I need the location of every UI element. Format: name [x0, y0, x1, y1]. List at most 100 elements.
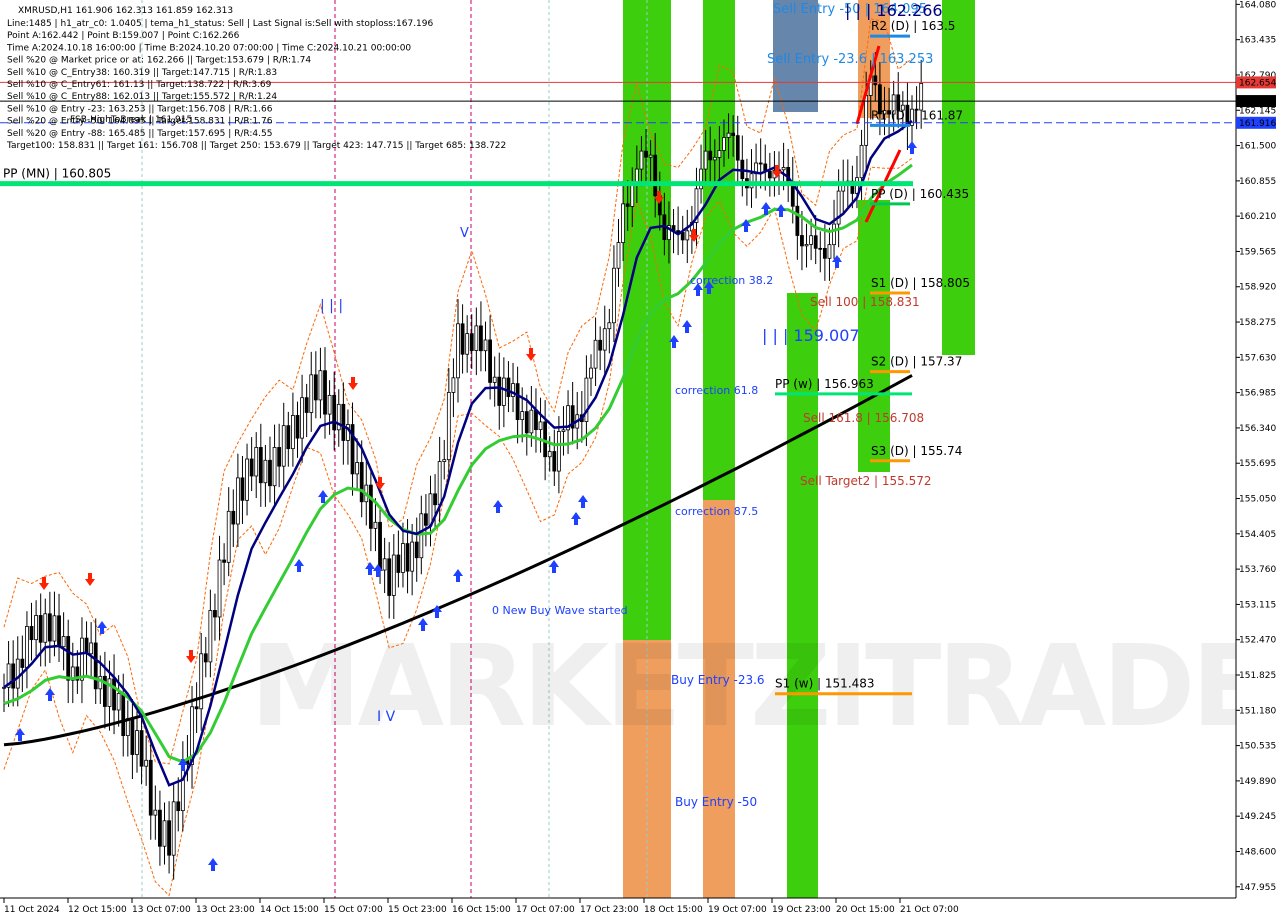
price-tick-label: 160.855 — [1239, 177, 1276, 187]
candle-body — [135, 730, 139, 755]
candle-body — [832, 223, 836, 246]
annotation-1: | | | 162.266 — [845, 1, 943, 20]
candle-body — [355, 462, 360, 475]
candle-body — [547, 451, 552, 458]
annotation-12: Buy Entry -50 — [675, 795, 757, 809]
candle-body — [497, 376, 502, 406]
candle-body — [625, 203, 630, 207]
level-label-3: PP (D) | 160.435 — [871, 187, 969, 201]
candle-body — [249, 458, 254, 477]
candle-body — [405, 543, 410, 572]
candle-body — [653, 154, 658, 197]
candle-body — [368, 484, 373, 529]
candle-body — [456, 323, 460, 379]
time-tick-label: 15 Oct 23:00 — [388, 905, 447, 915]
candle-body — [401, 543, 405, 573]
zone-band-10 — [858, 200, 890, 472]
candle-body — [61, 636, 66, 648]
candle-body — [194, 706, 199, 710]
candle-body — [25, 626, 29, 668]
candle-body — [818, 247, 823, 250]
candle-body — [598, 339, 603, 351]
annotation-3: Sell 100 | 158.831 — [810, 295, 920, 309]
candle-body — [520, 411, 525, 421]
annotation-4: | | | 159.007 — [762, 326, 860, 345]
candle-body — [442, 459, 447, 462]
candle-body — [162, 820, 167, 847]
info-line-1: Point A:162.442 | Point B:159.007 | Poin… — [7, 31, 240, 41]
price-tick-label: 157.630 — [1239, 353, 1276, 363]
candle-body — [47, 613, 52, 642]
candle-body — [859, 144, 864, 179]
candle-body — [89, 642, 94, 655]
info-line-0: Line:1485 | h1_atr_c0: 1.0405 | tema_h1_… — [7, 19, 434, 29]
candle-body — [199, 653, 204, 710]
price-tick-label: 158.275 — [1239, 318, 1276, 328]
candle-body — [11, 663, 16, 689]
price-tick-label: 158.920 — [1239, 283, 1276, 293]
candle-body — [240, 477, 245, 501]
candle-body — [327, 394, 332, 415]
candle-body — [245, 458, 249, 501]
price-tick-label: 159.565 — [1239, 247, 1276, 257]
candle-body — [130, 718, 135, 755]
candle-body — [323, 370, 327, 415]
candle-body — [98, 675, 103, 690]
price-tick-label: 160.210 — [1239, 212, 1276, 222]
zone-band-2 — [648, 0, 671, 640]
level-label-8: S1 (w) | 151.483 — [775, 677, 875, 691]
candle-body — [80, 637, 84, 681]
candle-body — [648, 154, 653, 158]
info-line-10: Target100: 158.831 || Target 161: 156.70… — [6, 141, 506, 151]
price-tick-label: 162.145 — [1239, 106, 1276, 116]
price-tick-label: 161.500 — [1239, 142, 1276, 152]
candle-body — [231, 510, 236, 525]
candle-body — [203, 653, 208, 663]
time-tick-label: 21 Oct 07:00 — [900, 905, 959, 915]
price-tick-label: 150.535 — [1239, 742, 1276, 752]
time-tick-label: 20 Oct 15:00 — [836, 905, 895, 915]
time-tick-label: 12 Oct 15:00 — [68, 905, 127, 915]
annotation-5: Sell 161.8 | 156.708 — [803, 411, 924, 425]
candle-body — [492, 376, 497, 383]
time-tick-label: 17 Oct 23:00 — [580, 905, 639, 915]
candle-body — [378, 521, 382, 571]
candle-body — [396, 554, 401, 573]
candle-body — [644, 150, 648, 158]
candle-body — [272, 447, 277, 487]
candle-body — [268, 459, 272, 487]
watermark-text: MARKETZITRADE — [250, 622, 1264, 752]
time-tick-label: 14 Oct 15:00 — [260, 905, 319, 915]
candle-body — [263, 459, 268, 484]
candle-body — [804, 243, 809, 247]
zone-band-4 — [703, 0, 735, 500]
candle-body — [318, 370, 323, 401]
candle-body — [795, 205, 800, 236]
candle-body — [254, 447, 259, 477]
candle-body — [556, 431, 561, 472]
candle-body — [84, 637, 89, 655]
candle-body — [864, 95, 869, 146]
price-tick-label: 154.405 — [1239, 530, 1276, 540]
price-tick-label: 151.825 — [1239, 671, 1276, 681]
candle-body — [712, 156, 717, 161]
price-tag-label-2: 161.916 — [1239, 119, 1276, 129]
chart-window: MARKETZITRADE PP (MN) | 160.805 R2 (D) | 1… — [0, 0, 1280, 920]
price-tick-label: 149.890 — [1239, 777, 1276, 787]
price-tag-label-0: 162.654 — [1239, 78, 1276, 88]
candle-body — [589, 367, 593, 379]
candle-body — [226, 510, 231, 563]
candle-body — [634, 168, 639, 183]
info-line-5: Sell %10 @ C_Entry61: 161.13 || Target:1… — [7, 80, 272, 90]
candle-body — [602, 328, 607, 351]
candle-body — [827, 244, 832, 259]
candle-body — [524, 411, 529, 434]
candle-body — [139, 730, 144, 767]
candle-body — [506, 377, 511, 397]
price-chart[interactable]: MARKETZITRADE PP (MN) | 160.805 R2 (D) | 1… — [0, 0, 1280, 920]
candle-body — [616, 242, 621, 269]
candle-body — [112, 678, 116, 711]
candle-body — [437, 461, 442, 506]
candle-body — [121, 692, 126, 737]
candle-body — [300, 397, 304, 439]
